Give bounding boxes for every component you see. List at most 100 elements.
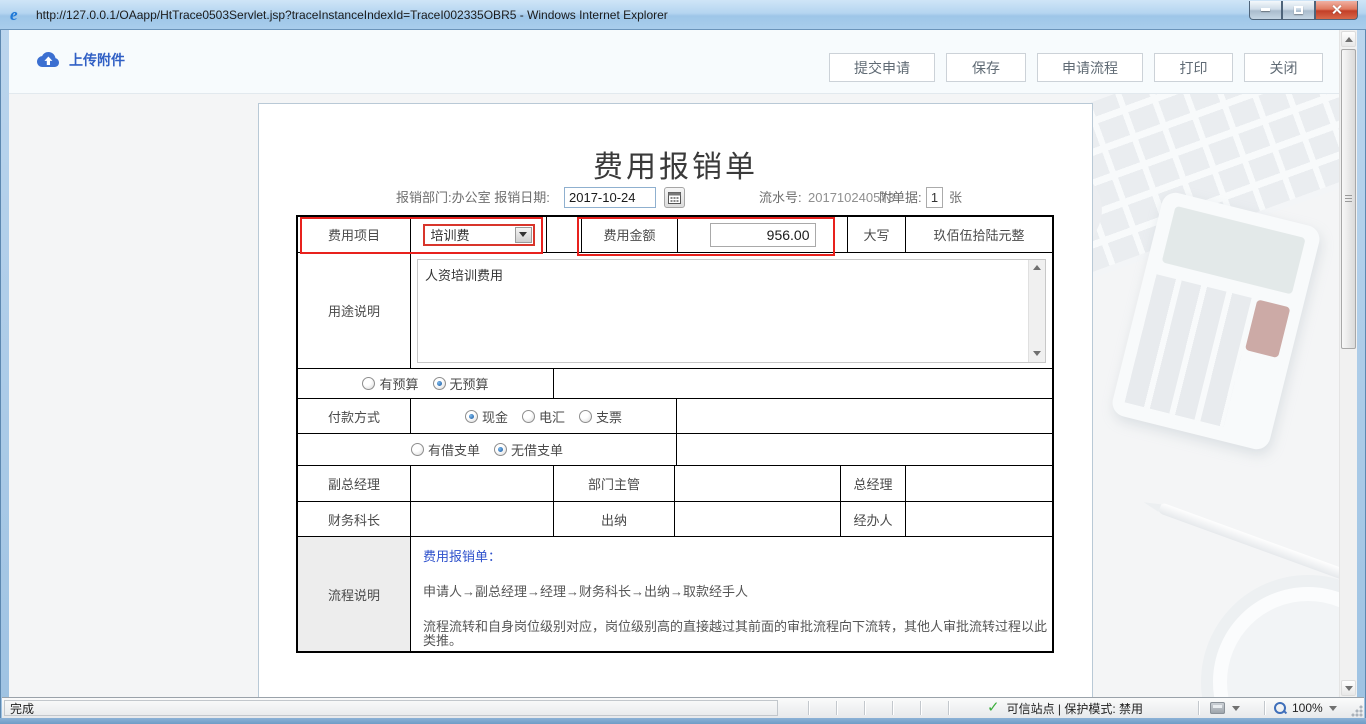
radio-option-has-loan-slip[interactable]: 有借支单 [411,440,480,459]
spacer-cell [547,217,582,252]
maximize-button[interactable] [1282,1,1315,20]
purpose-textarea[interactable]: 人资培训费用 [417,259,1046,363]
radio-unselected-icon [362,377,375,390]
row-approvers-2: 财务科长 出纳 经办人 [298,502,1052,537]
radio-option-wire[interactable]: 电汇 [522,407,565,426]
status-separator [1264,701,1265,715]
close-button[interactable] [1315,1,1358,20]
flow-route: 申请人→副总经理→经理→财务科长→出纳→取款经手人 [423,585,748,599]
radio-option-cheque[interactable]: 支票 [579,407,622,426]
attachment-unit-label: 张 [949,185,962,211]
row-flow-description: 流程说明 费用报销单： 申请人→副总经理→经理→财务科长→出纳→取款经手人 流程… [298,537,1052,651]
save-button[interactable]: 保存 [946,53,1026,82]
print-button[interactable]: 打印 [1154,53,1233,82]
scroll-down-icon[interactable] [1029,346,1045,362]
caps-label: 大写 [848,217,906,252]
empty-cell [554,369,1052,398]
amount-label: 费用金额 [582,217,678,252]
payment-option-label: 现金 [482,407,508,426]
textarea-scrollbar[interactable] [1028,260,1045,362]
radio-selected-icon [465,410,478,423]
radio-unselected-icon [579,410,592,423]
close-page-button[interactable]: 关闭 [1244,53,1323,82]
browser-window: e http://127.0.0.1/OAapp/HtTrace0503Serv… [0,0,1366,724]
calendar-button[interactable] [664,187,685,208]
amount-input[interactable] [710,223,816,247]
handler-label: 经办人 [841,502,906,536]
purpose-text: 人资培训费用 [425,265,1023,284]
attachment-count-input[interactable] [926,187,943,208]
security-zone-status[interactable]: ✓ 可信站点 | 保护模式: 禁用 [987,698,1143,718]
radio-option-cash[interactable]: 现金 [465,407,508,426]
upload-attachment-link[interactable]: 上传附件 [35,50,125,70]
chevron-down-icon [519,232,527,237]
amount-cell [678,217,848,252]
close-icon [1331,4,1342,15]
gm-label: 总经理 [841,466,906,501]
scroll-up-icon[interactable] [1029,260,1045,276]
expense-form-paper: 费用报销单 报销部门:办公室 报销日期: 流水号: 201710240573 [258,103,1093,697]
payment-option-label: 支票 [596,407,622,426]
gm-signature-cell [906,466,1052,501]
upload-attachment-label: 上传附件 [69,50,125,70]
finance-chief-signature-cell [411,502,554,536]
internet-explorer-icon: e [10,6,28,24]
row-expense-item: 费用项目 培训费 费用金额 大写 玖佰伍拾 [298,217,1052,253]
calendar-icon [668,191,681,204]
purpose-cell: 人资培训费用 [411,253,1052,368]
status-separator [892,701,893,715]
scrollbar-thumb[interactable] [1341,49,1356,349]
check-icon: ✓ [987,701,1000,715]
select-dropdown-button[interactable] [515,227,532,243]
status-separator [836,701,837,715]
zoom-control[interactable]: 100% [1274,698,1337,718]
application-flow-button[interactable]: 申请流程 [1037,53,1143,82]
pen-photo-decoration [1157,502,1349,581]
minimize-button[interactable] [1249,1,1282,20]
status-bar: 完成 ✓ 可信站点 | 保护模式: 禁用 100% [2,697,1364,718]
scrollbar-up-button[interactable] [1341,31,1356,47]
title-bar[interactable]: e http://127.0.0.1/OAapp/HtTrace0503Serv… [0,0,1366,30]
caps-value: 玖佰伍拾陆元整 [906,217,1052,252]
row-purpose: 用途说明 人资培训费用 [298,253,1052,369]
radio-unselected-icon [522,410,535,423]
maximize-icon [1294,6,1303,14]
payment-label: 付款方式 [298,399,411,433]
row-payment: 付款方式 现金 电汇 支票 [298,399,1052,434]
scrollbar-down-button[interactable] [1341,680,1356,696]
browser-client-area: 上传附件 提交申请 保存 申请流程 打印 关闭 费用报销 [9,30,1357,697]
radio-option-no-loan-slip[interactable]: 无借支单 [494,440,563,459]
dept-head-signature-cell [675,466,841,501]
resize-grip[interactable] [1351,705,1363,717]
vertical-scrollbar[interactable] [1339,30,1357,697]
report-date-input[interactable] [564,187,656,208]
status-separator [948,701,949,715]
department-and-date-label: 报销部门:办公室 报销日期: [396,185,550,211]
radio-unselected-icon [411,443,424,456]
window-frame-bottom [0,718,1366,724]
row-approvers-1: 副总经理 部门主管 总经理 [298,466,1052,502]
payment-option-label: 电汇 [539,407,565,426]
radio-option-no-budget[interactable]: 无预算 [433,374,489,393]
status-message-cell: 完成 [4,700,778,716]
cashier-label: 出纳 [554,502,675,536]
radio-selected-icon [494,443,507,456]
zoom-level: 100% [1292,701,1323,715]
submit-application-button[interactable]: 提交申请 [829,53,935,82]
status-message: 完成 [10,700,34,717]
expense-item-select[interactable]: 培训费 [423,224,535,246]
budget-option-label: 无预算 [450,374,489,393]
dept-head-label: 部门主管 [554,466,675,501]
deputy-gm-label: 副总经理 [298,466,411,501]
page-privacy-control[interactable] [1210,698,1240,718]
cashier-signature-cell [675,502,841,536]
expense-item-label: 费用项目 [298,217,411,252]
page-toolbar: 上传附件 提交申请 保存 申请流程 打印 关闭 [9,30,1357,94]
cloud-upload-icon [35,51,61,69]
radio-option-has-budget[interactable]: 有预算 [362,374,418,393]
status-separator [864,701,865,715]
row-loan: 有借支单 无借支单 [298,434,1052,466]
page-icon [1210,702,1225,714]
status-separator [1198,701,1199,715]
flow-heading: 费用报销单： [423,550,501,564]
